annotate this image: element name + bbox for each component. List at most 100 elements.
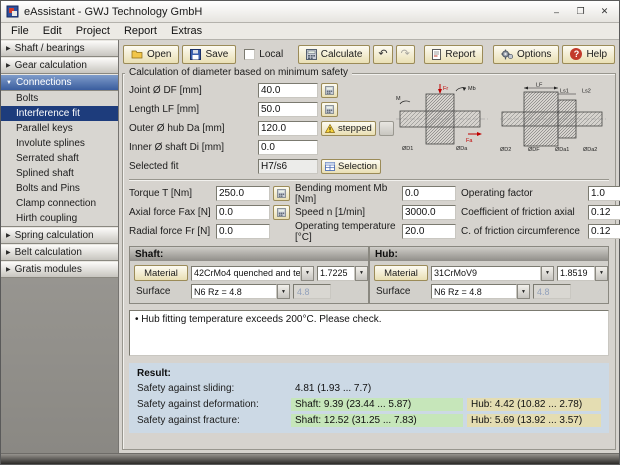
shaft-material-number-combo: 1.7225 ▼ (317, 266, 368, 281)
sidebar-item-involute-splines[interactable]: Involute splines (1, 136, 118, 151)
chevron-down-icon[interactable]: ▼ (355, 266, 368, 281)
redo-button[interactable]: ↷ (396, 45, 415, 64)
shaft-material-value[interactable]: 42CrMo4 quenched and temp... (191, 266, 301, 281)
calculation-groupbox: Calculation of diameter based on minimum… (122, 73, 616, 450)
sidebar-item-clamp-connection[interactable]: Clamp connection (1, 196, 118, 211)
sidebar-section-label: Gratis modules (15, 264, 82, 275)
sidebar-item-hirth-coupling[interactable]: Hirth coupling (1, 211, 118, 226)
menu-file[interactable]: File (4, 24, 36, 38)
shaft-panel: Shaft: Material 42CrMo4 quenched and tem… (129, 246, 369, 304)
open-button[interactable]: Open (123, 45, 179, 64)
friction-axial-input[interactable] (588, 205, 620, 220)
local-checkbox-group: Local (239, 49, 288, 60)
stepped-button[interactable]: stepped (321, 121, 376, 136)
chevron-down-icon[interactable]: ▼ (301, 266, 314, 281)
maximize-button[interactable]: ❐ (571, 4, 590, 19)
help-button[interactable]: ? Help (562, 45, 615, 64)
report-button[interactable]: Report (424, 45, 483, 64)
sidebar-item-interference-fit[interactable]: Interference fit (1, 106, 118, 121)
hub-surface-combo: N6 Rz = 4.8 ▼ (431, 284, 530, 299)
operating-factor-input[interactable] (588, 186, 620, 201)
options-button[interactable]: Options (493, 45, 559, 64)
outer-hub-diameter-label: Outer Ø hub Da [mm] (129, 123, 255, 134)
bending-moment-input[interactable] (402, 186, 456, 201)
local-checkbox[interactable] (244, 49, 255, 60)
divider (129, 179, 609, 181)
group-title: Calculation of diameter based on minimum… (125, 67, 352, 78)
inner-shaft-diameter-input[interactable] (258, 140, 318, 155)
folder-icon (131, 49, 143, 59)
save-button[interactable]: Save (182, 45, 236, 64)
shaft-material-button[interactable]: Material (134, 265, 188, 281)
speed-input[interactable] (402, 205, 456, 220)
outer-hub-diameter-input[interactable] (258, 121, 318, 136)
hub-material-button[interactable]: Material (374, 265, 428, 281)
deformation-hub-value: Hub: 4.42 (10.82 ... 2.78) (467, 398, 601, 411)
length-calc-button[interactable] (321, 102, 338, 117)
svg-text:ØDF: ØDF (528, 147, 540, 153)
sidebar-section-gratis-modules[interactable]: ▶ Gratis modules (1, 261, 118, 278)
minimize-button[interactable]: – (547, 4, 566, 19)
menubar: File Edit Project Report Extras (1, 23, 619, 40)
calculate-button[interactable]: Calculate (298, 45, 371, 64)
hub-material-value[interactable]: 31CrMoV9 (431, 266, 541, 281)
sidebar-section-connections[interactable]: ▼ Connections (1, 74, 118, 91)
length-input[interactable] (258, 102, 318, 117)
menu-edit[interactable]: Edit (36, 24, 69, 38)
interference-fit-diagram: Fr Mb Fa M ØD1 ØDa (394, 82, 610, 154)
fit-selection-button[interactable]: Selection (321, 159, 381, 174)
torque-label: Torque T [Nm] (129, 188, 213, 199)
sidebar-section-belt-calculation[interactable]: ▶ Belt calculation (1, 244, 118, 261)
friction-circumference-input[interactable] (588, 224, 620, 239)
selected-fit-label: Selected fit (129, 161, 255, 172)
undo-button[interactable]: ↶ (373, 45, 392, 64)
hub-material-number-value[interactable]: 1.8519 (557, 266, 595, 281)
shaft-surface-value[interactable]: N6 Rz = 4.8 (191, 284, 277, 299)
menu-extras[interactable]: Extras (164, 24, 209, 38)
fracture-safety-label: Safety against fracture: (137, 415, 287, 426)
dimension-diagram: LF Ls1 Ls2 ØD2 ØDF ØDa1 ØDa2 (498, 82, 608, 154)
sidebar-section-spring-calculation[interactable]: ▶ Spring calculation (1, 227, 118, 244)
report-icon (432, 49, 441, 60)
sidebar-item-parallel-keys[interactable]: Parallel keys (1, 121, 118, 136)
chevron-down-icon[interactable]: ▼ (277, 284, 290, 299)
svg-text:M: M (396, 96, 401, 102)
hub-surface-label: Surface (374, 286, 428, 297)
chevron-down-icon: ▼ (6, 80, 12, 86)
sidebar-item-bolts-and-pins[interactable]: Bolts and Pins (1, 181, 118, 196)
torque-input[interactable] (216, 186, 270, 201)
chevron-down-icon[interactable]: ▼ (541, 266, 554, 281)
hub-panel: Hub: Material 31CrMoV9 ▼ 1.8519 ▼ (369, 246, 609, 304)
svg-text:Fa: Fa (466, 138, 473, 144)
sidebar-item-splined-shaft[interactable]: Splined shaft (1, 166, 118, 181)
close-button[interactable]: ✕ (595, 4, 614, 19)
menu-report[interactable]: Report (117, 24, 164, 38)
chevron-right-icon: ▶ (6, 62, 11, 69)
svg-text:Ls2: Ls2 (582, 89, 591, 95)
joint-diameter-input[interactable] (258, 83, 318, 98)
axial-force-input[interactable] (216, 205, 270, 220)
chevron-right-icon: ▶ (6, 232, 11, 239)
operating-temperature-input[interactable] (402, 224, 456, 239)
chevron-right-icon: ▶ (6, 266, 11, 273)
chevron-down-icon[interactable]: ▼ (595, 266, 608, 281)
hub-surface-value[interactable]: N6 Rz = 4.8 (431, 284, 517, 299)
sidebar-section-label: Shaft / bearings (15, 43, 85, 54)
torque-calc-button[interactable] (273, 186, 290, 201)
main-area: Open Save Local Calculate ↶ (119, 40, 619, 453)
load-diagram: Fr Mb Fa M ØD1 ØDa (394, 82, 490, 154)
radial-force-input[interactable] (216, 224, 270, 239)
sidebar-item-bolts[interactable]: Bolts (1, 91, 118, 106)
menu-project[interactable]: Project (69, 24, 117, 38)
shaft-panel-title: Shaft: (130, 247, 368, 261)
shaft-material-number-value[interactable]: 1.7225 (317, 266, 355, 281)
sidebar-item-serrated-shaft[interactable]: Serrated shaft (1, 151, 118, 166)
stepped-detail-button[interactable] (379, 121, 394, 136)
loads-section: Torque T [Nm] Axial force Fax [N] Radial… (129, 185, 609, 240)
sidebar-section-gear-calculation[interactable]: ▶ Gear calculation (1, 57, 118, 74)
axial-force-calc-button[interactable] (273, 205, 290, 220)
sidebar-section-shaft-bearings[interactable]: ▶ Shaft / bearings (1, 40, 118, 57)
chevron-down-icon[interactable]: ▼ (517, 284, 530, 299)
svg-text:ØD2: ØD2 (500, 147, 511, 153)
joint-diameter-calc-button[interactable] (321, 83, 338, 98)
